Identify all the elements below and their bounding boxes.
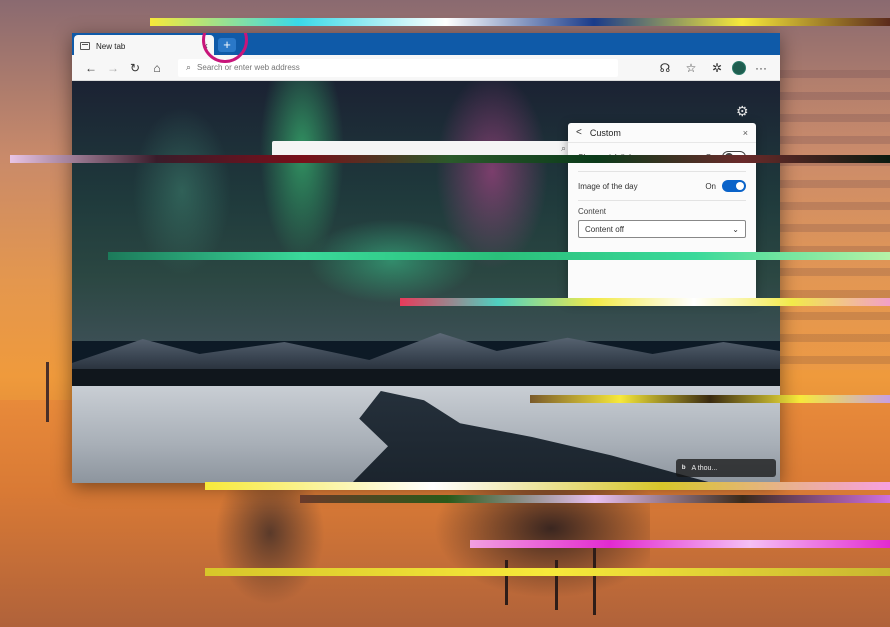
back-arrow-icon[interactable]: ← [80,58,102,78]
more-menu-icon[interactable]: ··· [750,58,772,78]
search-icon: ⌕ [186,62,192,72]
glitch-streak [470,540,890,548]
wallpaper-tree-left [215,485,325,605]
tab-close-icon[interactable]: × [203,41,208,51]
profile-avatar[interactable] [732,60,746,75]
image-of-day-label: Image of the day [578,181,638,191]
favorite-star-icon[interactable]: ☆ [680,58,702,78]
new-tab-button[interactable]: + [218,38,236,52]
forward-arrow-icon[interactable]: → [102,58,124,78]
toolbar-actions: ☊ ☆ ✲ ··· [654,58,772,78]
wallpaper-tree-trunk [593,545,596,615]
toggle-knob [736,182,744,190]
glitch-streak [108,252,890,260]
refresh-icon[interactable]: ↻ [124,58,146,78]
image-credit-text: A thou... [691,464,718,472]
customize-flyout: < Custom × Show quick links On Image of … [568,123,756,301]
tab-title: New tab [96,41,126,51]
new-tab-page-icon [80,42,90,50]
tab-new-tab[interactable]: New tab × [74,35,214,57]
glitch-streak [10,155,890,163]
close-icon[interactable]: × [743,128,748,138]
wallpaper-post [46,362,49,422]
flyout-header: < Custom × [568,123,756,143]
chevron-down-icon: ⌄ [732,224,739,234]
bing-logo-icon: ᵇ [682,463,686,473]
image-credit[interactable]: ᵇ A thou... [676,459,776,477]
content-dropdown[interactable]: Content off ⌄ [578,220,746,238]
glitch-streak [300,495,890,503]
image-of-day-row: Image of the day On [568,176,756,196]
image-of-day-state: On [705,181,716,191]
home-icon[interactable]: ⌂ [146,58,168,78]
wallpaper-tree-trunk [505,560,508,605]
glitch-streak [530,395,890,403]
image-of-day-toggle[interactable] [722,180,746,192]
glitch-streak [150,18,890,26]
wallpaper-clouds [780,70,890,370]
address-input[interactable] [197,63,610,72]
content-label: Content [578,207,607,216]
flyout-title: Custom [589,127,621,138]
new-tab-page: ⚙ ⌕ < Custom × Show quick links On Image… [72,81,780,483]
glitch-streak [205,568,890,576]
flyout-divider [578,171,746,172]
content-dropdown-value: Content off [585,224,624,234]
tab-strip: New tab × + [72,33,780,57]
navigation-toolbar: ← → ↻ ⌂ ⌕ ☊ ☆ ✲ ··· [72,55,780,81]
collections-icon[interactable]: ✲ [706,58,728,78]
glitch-streak [400,298,890,306]
read-aloud-icon[interactable]: ☊ [654,58,676,78]
chevron-left-icon[interactable]: < [576,127,582,138]
glitch-streak [205,482,890,490]
gear-icon[interactable]: ⚙ [736,103,749,120]
search-icon[interactable]: ⌕ [561,143,566,154]
address-bar[interactable]: ⌕ [178,58,618,77]
flyout-divider [578,200,746,201]
